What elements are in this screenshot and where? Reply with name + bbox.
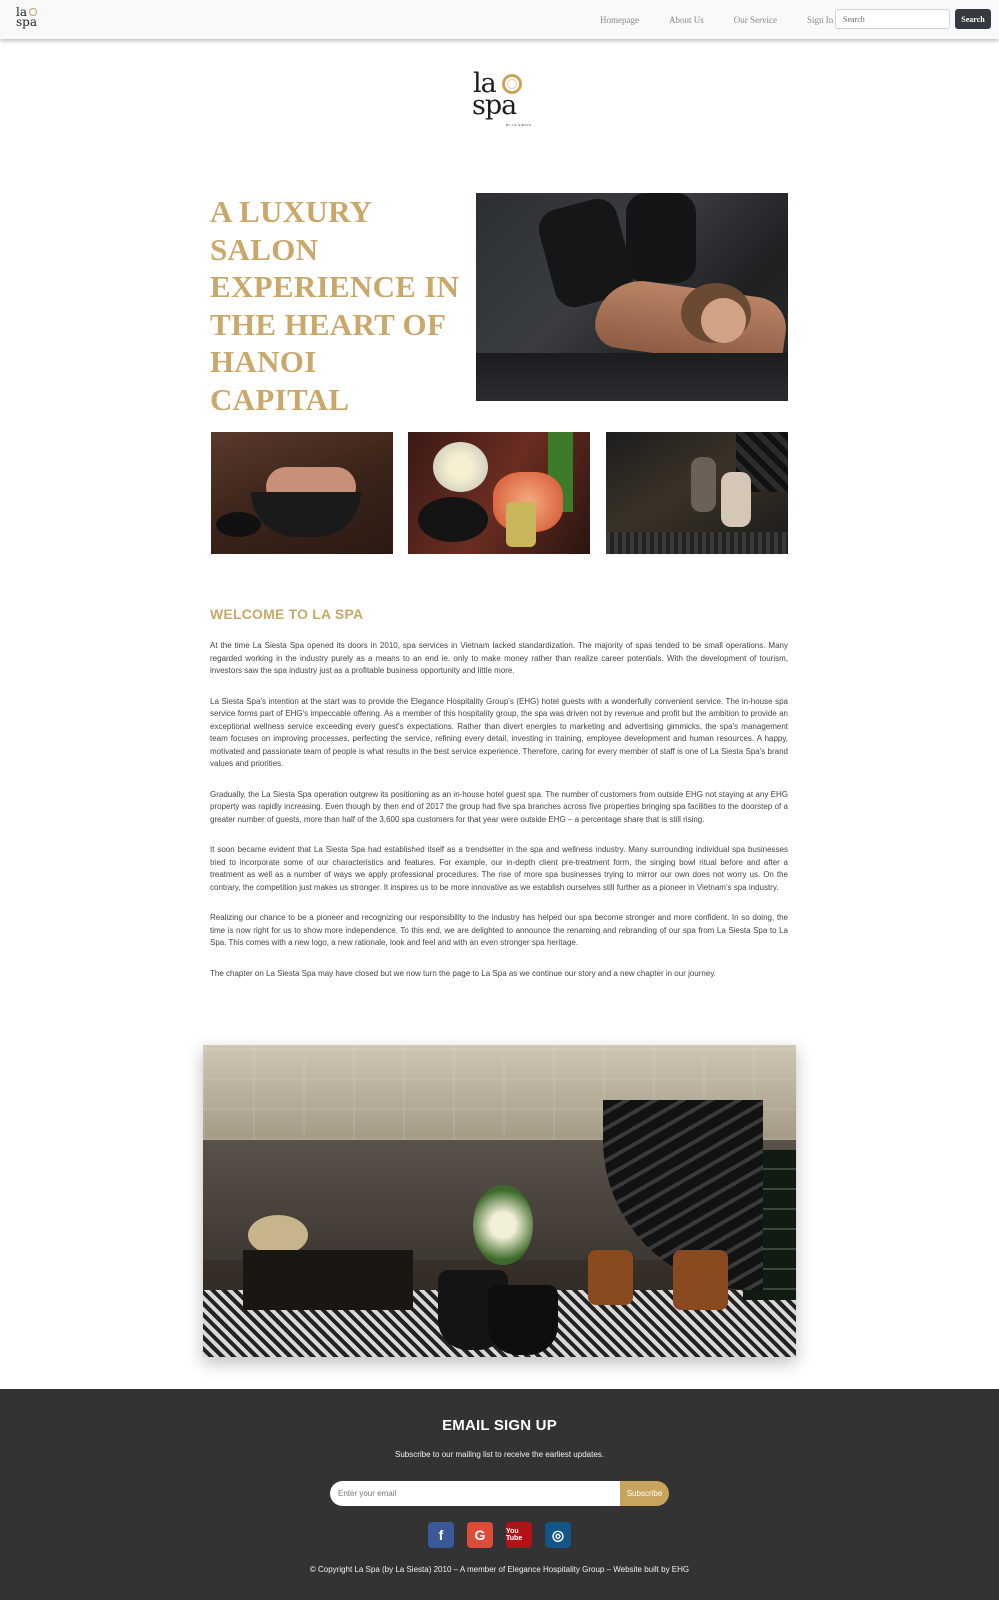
photo-shape — [488, 1285, 558, 1355]
hero-title: A LUXURY SALON EXPERIENCE IN THE HEART O… — [210, 194, 460, 417]
email-input[interactable] — [330, 1481, 620, 1506]
spa-interior-photo — [203, 1045, 796, 1357]
photo-shape — [243, 1250, 413, 1310]
photo-shape — [691, 457, 716, 512]
photo-shape — [701, 298, 746, 343]
photo-shape — [588, 1250, 633, 1305]
foot-spa-photo — [211, 432, 393, 554]
nav-link-homepage[interactable]: Homepage — [600, 15, 639, 25]
nav-link-our-service[interactable]: Our Service — [734, 15, 777, 25]
photo-shape — [251, 492, 361, 537]
photo-shape — [248, 1215, 308, 1255]
welcome-paragraph: The chapter on La Siesta Spa may have cl… — [210, 968, 716, 978]
welcome-title: WELCOME TO LA SPA — [210, 606, 364, 622]
photo-shape — [506, 502, 536, 547]
photo-shape — [216, 512, 261, 537]
instagram-icon[interactable]: ◎ — [545, 1522, 571, 1548]
logo-text-bottom: spa — [472, 90, 517, 121]
nav-links: Homepage About Us Our Service Sign In — [600, 0, 863, 39]
photo-shape — [721, 472, 751, 527]
welcome-paragraph: At the time La Siesta Spa opened its doo… — [210, 641, 788, 675]
search-input[interactable] — [835, 9, 950, 29]
photo-shape — [418, 497, 488, 542]
photo-shape — [476, 353, 788, 401]
welcome-paragraph: It soon became evident that La Siesta Sp… — [210, 845, 788, 892]
search-button[interactable]: Search — [955, 9, 991, 29]
welcome-paragraph: Realizing our chance to be a pioneer and… — [210, 913, 788, 947]
spa-reception-photo — [606, 432, 788, 554]
copyright-text: © Copyright La Spa (by La Siesta) 2010 –… — [309, 1565, 690, 1574]
email-signup-title: EMAIL SIGN UP — [442, 1417, 557, 1434]
social-links: f G You Tube ◎ — [428, 1522, 584, 1548]
photo-shape — [626, 193, 696, 283]
photo-shape — [673, 1250, 728, 1310]
logo-tagline: BY LA SIESTA — [506, 123, 532, 127]
photo-shape — [473, 1185, 533, 1265]
youtube-icon[interactable]: You Tube — [506, 1522, 532, 1548]
hero-massage-photo — [476, 193, 788, 401]
google-icon[interactable]: G — [467, 1522, 493, 1548]
nav-link-sign-in[interactable]: Sign In — [807, 15, 833, 25]
navbar: la spa Homepage About Us Our Service Sig… — [0, 0, 999, 39]
photo-shape — [606, 532, 788, 554]
email-signup-subtitle: Subscribe to our mailing list to receive… — [395, 1450, 604, 1459]
spa-products-photo — [408, 432, 590, 554]
nav-link-about-us[interactable]: About Us — [669, 15, 704, 25]
subscribe-button[interactable]: Subscribe — [620, 1481, 669, 1506]
welcome-paragraph: Gradually, the La Siesta Spa operation o… — [210, 789, 788, 824]
photo-shape — [433, 442, 488, 492]
main-logo: la spa BY LA SIESTA — [472, 68, 532, 132]
nav-logo[interactable]: la spa — [15, 6, 39, 32]
welcome-body: At the time La Siesta Spa opened its doo… — [210, 640, 788, 998]
facebook-icon[interactable]: f — [428, 1522, 454, 1548]
nav-logo-text-bottom: spa — [16, 15, 37, 29]
logo-inner-ring-icon — [507, 79, 517, 89]
welcome-paragraph: La Siesta Spa's intention at the start w… — [210, 696, 788, 769]
logo-ring-icon — [29, 8, 37, 16]
